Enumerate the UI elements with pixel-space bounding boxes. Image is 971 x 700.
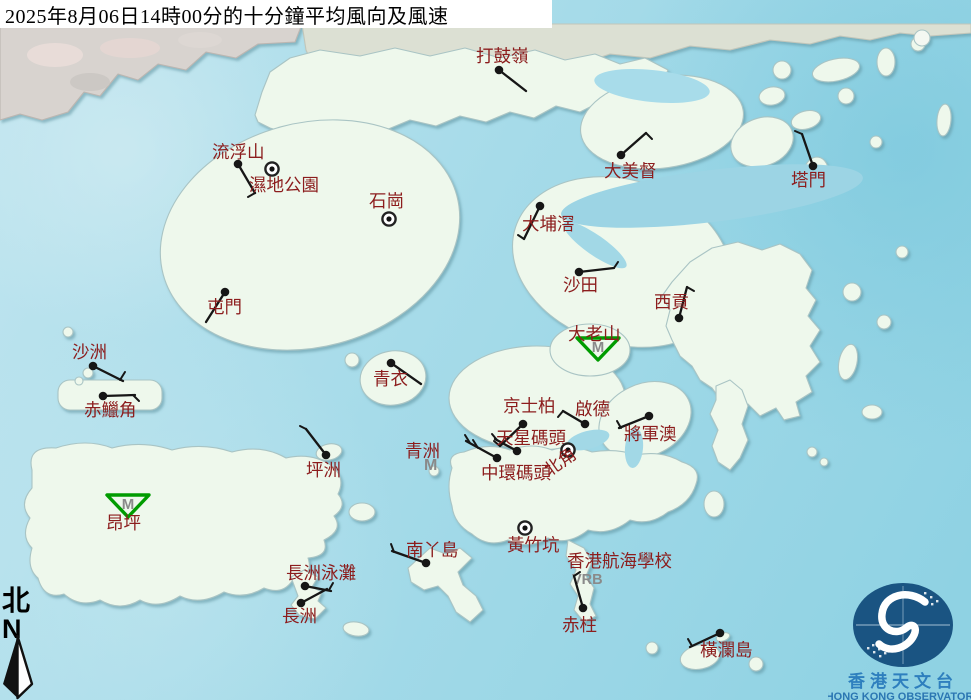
wind-barb bbox=[579, 268, 614, 272]
wind-barb bbox=[306, 429, 326, 455]
station-dot bbox=[221, 288, 230, 297]
station-label: 橫瀾島 bbox=[700, 640, 753, 660]
station-tates-cairn: M大老山 bbox=[568, 324, 621, 360]
station-ta-kwu-ling: 打鼓嶺 bbox=[476, 46, 529, 91]
station-label: 西貢 bbox=[654, 292, 689, 312]
station-label: 沙洲 bbox=[72, 342, 107, 362]
map-title: 2025年8月06日14時00分的十分鐘平均風向及風速 bbox=[0, 0, 449, 29]
compass-hanzi: 北 bbox=[2, 585, 30, 617]
hko-logo-icon bbox=[853, 583, 953, 667]
station-chek-lap-kok: 赤鱲角 bbox=[84, 392, 139, 420]
wind-barb-tick bbox=[795, 131, 802, 134]
station-dot bbox=[645, 412, 654, 421]
station-dot bbox=[493, 454, 502, 463]
station-wong-chuk-hang: 黃竹坑 bbox=[507, 521, 560, 555]
wind-barb bbox=[499, 70, 526, 91]
station-dot bbox=[536, 202, 545, 211]
wind-barb-tick bbox=[646, 133, 652, 139]
station-star-ferry: 天星碼頭 bbox=[492, 428, 566, 455]
title-bar: 2025年8月06日14時00分的十分鐘平均風向及風速 bbox=[0, 0, 552, 28]
station-sai-kung: 西貢 bbox=[654, 287, 694, 322]
hko-logo: 香港天文台 HONG KONG OBSERVATORY bbox=[828, 578, 971, 700]
station-tsing-yi: 青衣 bbox=[373, 359, 421, 389]
station-dot bbox=[387, 359, 396, 368]
station-label: 坪洲 bbox=[306, 460, 341, 480]
station-cheung-chau-beach: 長洲泳灘 bbox=[286, 563, 356, 591]
station-label: 天星碼頭 bbox=[496, 428, 566, 448]
station-dot bbox=[99, 392, 108, 401]
station-tai-po-kau: 大埔滘 bbox=[518, 202, 575, 239]
station-tuen-mun: 屯門 bbox=[206, 288, 242, 322]
station-kai-tak: 啟德 bbox=[558, 399, 610, 428]
station-label: 青衣 bbox=[373, 369, 408, 389]
station-dot bbox=[322, 451, 331, 460]
wind-barb bbox=[93, 366, 123, 381]
north-arrow-icon bbox=[3, 636, 32, 698]
station-dot bbox=[519, 420, 528, 429]
hko-logo-english: HONG KONG OBSERVATORY bbox=[828, 691, 971, 700]
station-dot bbox=[495, 66, 504, 75]
wind-barb bbox=[301, 589, 327, 603]
wind-barb bbox=[621, 133, 646, 155]
station-label: 屯門 bbox=[207, 297, 242, 317]
maintenance-m-mark: M bbox=[122, 496, 135, 513]
station-label: 昂坪 bbox=[106, 513, 141, 533]
station-label: 長洲 bbox=[282, 606, 317, 626]
stations-layer: 打鼓嶺流浮山濕地公園石崗 大美督 塔門大埔滘沙田西貢 屯門沙洲赤鱲角 青衣京士柏啟德將軍… bbox=[0, 0, 971, 700]
wind-barb-tick bbox=[120, 372, 125, 380]
station-label: 赤鱲角 bbox=[84, 400, 137, 420]
station-label: 青洲 bbox=[405, 441, 440, 461]
station-tseung-kwan-o: 將軍澳 bbox=[617, 412, 677, 444]
wind-barb-tick bbox=[688, 639, 692, 646]
station-waglan-island: 橫瀾島 bbox=[688, 629, 753, 660]
wind-map-screenshot: 打鼓嶺流浮山濕地公園石崗 大美督 塔門大埔滘沙田西貢 屯門沙洲赤鱲角 青衣京士柏啟德將軍… bbox=[0, 0, 971, 700]
wind-barb-tick bbox=[687, 287, 694, 291]
station-label: 大老山 bbox=[568, 324, 621, 344]
station-green-island: M青洲 bbox=[405, 441, 440, 474]
station-label: 塔門 bbox=[791, 170, 826, 190]
station-label: 黃竹坑 bbox=[507, 535, 560, 555]
station-dot bbox=[675, 314, 684, 323]
station-label: 沙田 bbox=[563, 275, 598, 295]
station-label: 赤柱 bbox=[562, 615, 597, 635]
station-label: 香港航海學校 bbox=[567, 551, 672, 571]
station-label: 將軍澳 bbox=[624, 424, 677, 444]
station-label: 南丫島 bbox=[406, 540, 459, 560]
station-hk-sea-school: VRB香港航海學校 bbox=[567, 551, 672, 588]
station-dot bbox=[617, 151, 626, 160]
station-lamma-island: 南丫島 bbox=[391, 540, 459, 567]
station-label: 流浮山 bbox=[212, 142, 265, 162]
station-peng-chau: 坪洲 bbox=[300, 426, 341, 480]
station-label: 打鼓嶺 bbox=[476, 46, 529, 66]
wind-barb-tick bbox=[614, 262, 618, 268]
station-dot bbox=[716, 629, 725, 638]
station-wetland-park: 濕地公園 bbox=[249, 162, 319, 195]
hko-logo-chinese: 香港天文台 bbox=[848, 671, 958, 691]
wind-barb bbox=[103, 395, 135, 396]
wind-barb bbox=[802, 134, 813, 166]
station-dot bbox=[809, 162, 818, 171]
station-tap-mun: 塔門 bbox=[791, 131, 826, 190]
station-shek-kong: 石崗 bbox=[369, 191, 404, 226]
wind-barb-tick bbox=[518, 235, 524, 239]
station-label: 濕地公園 bbox=[249, 175, 319, 195]
station-dot bbox=[579, 604, 588, 613]
station-label: 石崗 bbox=[369, 191, 404, 211]
compass-north: 北 N bbox=[0, 578, 60, 700]
station-dot bbox=[89, 362, 98, 371]
station-sha-tin: 沙田 bbox=[563, 262, 618, 295]
wind-barb-tick bbox=[329, 583, 333, 590]
station-ngong-ping: M昂坪 bbox=[106, 495, 149, 533]
wind-barb-tick bbox=[300, 426, 306, 429]
station-sha-chau: 沙洲 bbox=[72, 342, 125, 381]
station-label: 京士柏 bbox=[503, 396, 556, 416]
station-cheung-chau: 長洲 bbox=[282, 589, 327, 626]
station-dot bbox=[581, 420, 590, 429]
wind-barb-tick bbox=[558, 411, 563, 417]
station-label: 啟德 bbox=[575, 399, 610, 419]
station-label: 大美督 bbox=[604, 161, 657, 181]
station-tai-mei-tuk: 大美督 bbox=[604, 133, 657, 181]
station-label: 大埔滘 bbox=[522, 214, 575, 234]
station-label: 長洲泳灘 bbox=[286, 563, 356, 583]
